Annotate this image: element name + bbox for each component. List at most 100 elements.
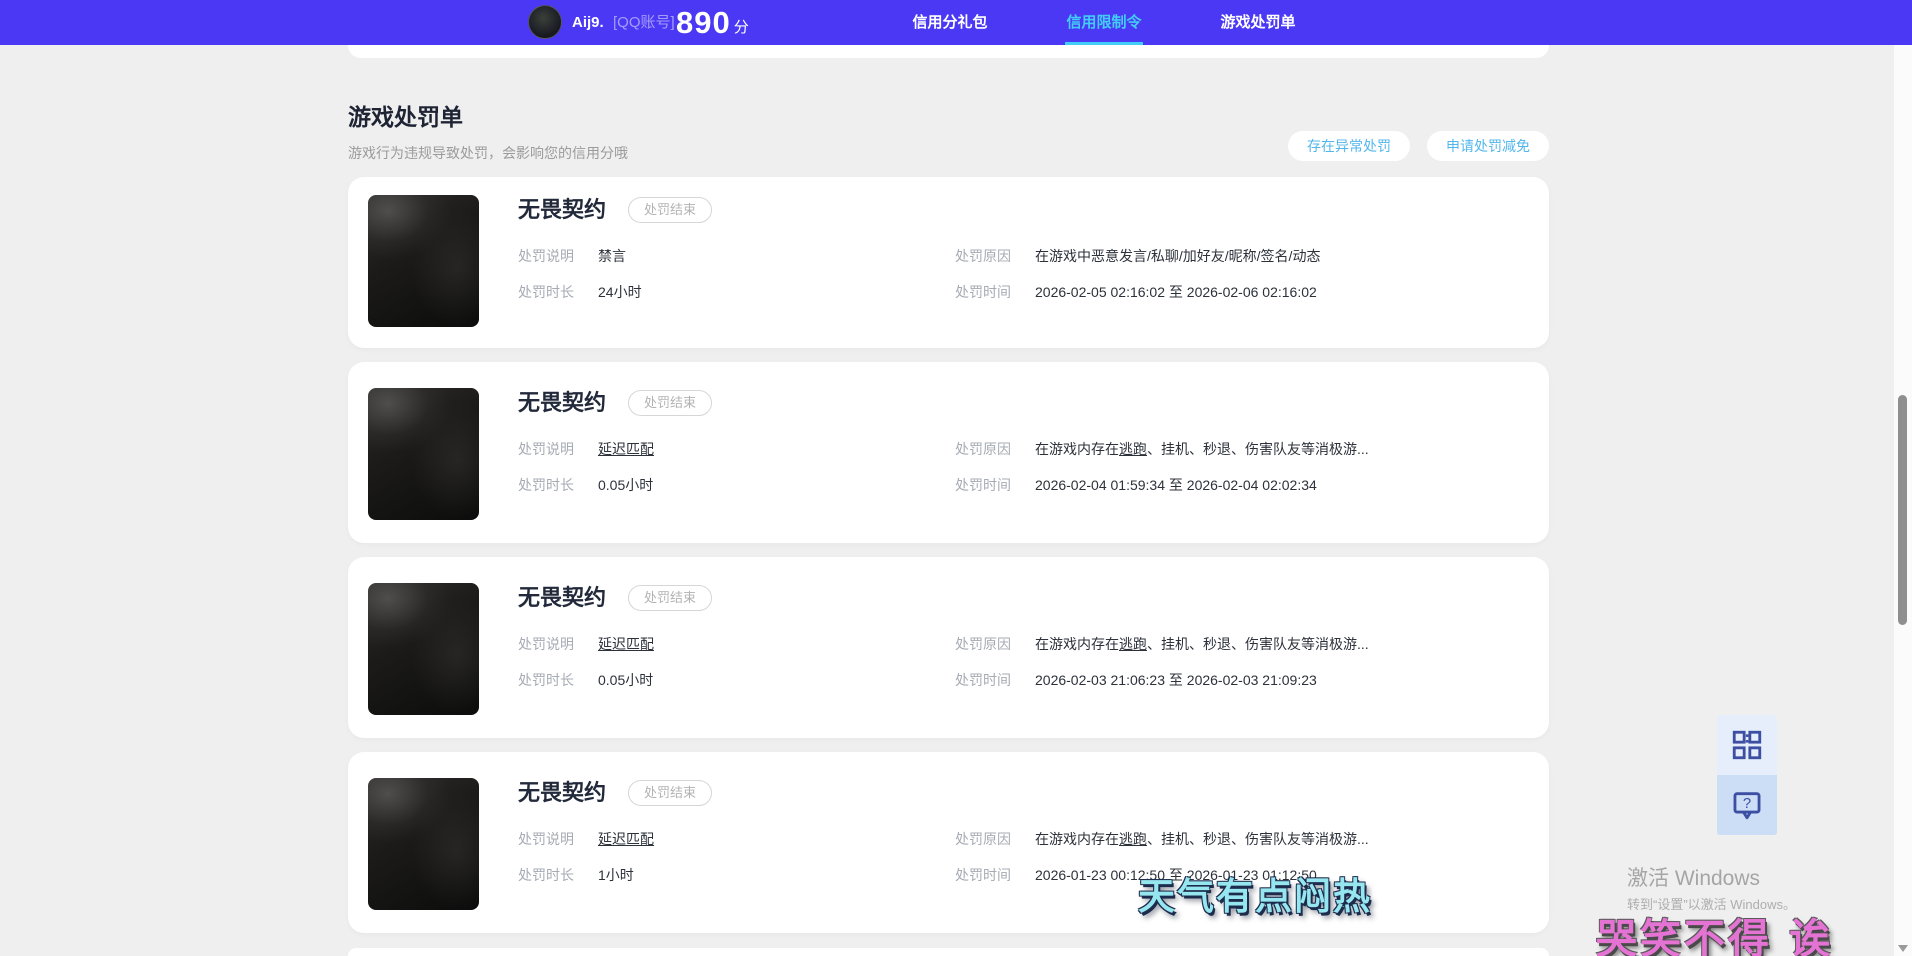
- activation-title: 激活 Windows: [1627, 867, 1761, 890]
- reason-link[interactable]: 逃跑: [1119, 831, 1147, 847]
- penalty-desc-label: 处罚说明: [518, 248, 574, 264]
- penalty-reason-row: 处罚原因 在游戏中恶意发言/私聊/加好友/昵称/签名/动态: [955, 247, 1525, 265]
- penalty-duration-label: 处罚时长: [518, 672, 574, 688]
- penalty-card: 无畏契约 处罚结束 处罚说明 延迟匹配 处罚原因 在游戏内存在逃跑、挂机、秒退、伤害…: [348, 362, 1549, 543]
- reason-text-tail: 、挂机、秒退、伤害队友等消极游...: [1147, 441, 1369, 457]
- penalty-time-row: 处罚时间 2026-02-05 02:16:02 至 2026-02-06 02:…: [955, 283, 1525, 301]
- game-thumbnail[interactable]: [368, 583, 479, 715]
- penalty-time-value: 2026-02-05 02:16:02 至 2026-02-06 02:16:0…: [1035, 284, 1317, 300]
- penalty-card-body: 无畏契约 处罚结束 处罚说明 延迟匹配 处罚原因 在游戏内存在逃跑、挂机、秒退、伤害…: [479, 778, 1525, 884]
- abnormal-penalty-button[interactable]: 存在异常处罚: [1288, 131, 1410, 161]
- penalty-desc-label: 处罚说明: [518, 636, 574, 652]
- penalty-desc-row: 处罚说明 延迟匹配: [518, 635, 955, 653]
- penalty-card-body: 无畏契约 处罚结束 处罚说明 延迟匹配 处罚原因 在游戏内存在逃跑、挂机、秒退、伤害…: [479, 388, 1525, 494]
- penalty-time-row: 处罚时间 2026-01-23 00:12:50 至 2026-01-23 01:…: [955, 866, 1525, 884]
- scrollbar-down-arrow-icon[interactable]: [1898, 945, 1908, 952]
- reason-text-tail: 、挂机、秒退、伤害队友等消极游...: [1147, 636, 1369, 652]
- penalty-desc-label: 处罚说明: [518, 831, 574, 847]
- penalty-status-badge: 处罚结束: [628, 390, 713, 416]
- penalty-duration-value: 24小时: [598, 284, 642, 300]
- penalty-relief-button[interactable]: 申请处罚减免: [1427, 131, 1549, 161]
- game-thumbnail[interactable]: [368, 388, 479, 520]
- reason-link[interactable]: 逃跑: [1119, 441, 1147, 457]
- tab-credit-gift[interactable]: 信用分礼包: [905, 0, 995, 45]
- penalty-reason-value: 在游戏中恶意发言/私聊/加好友/昵称/签名/动态: [1035, 248, 1320, 264]
- penalty-desc-value: 禁言: [598, 248, 626, 264]
- game-title: 无畏契约: [518, 585, 607, 610]
- penalty-time-label: 处罚时间: [955, 867, 1011, 883]
- game-title: 无畏契约: [518, 197, 607, 222]
- game-thumbnail[interactable]: [368, 778, 479, 910]
- svg-text:?: ?: [1743, 796, 1751, 812]
- qr-code-icon: [1732, 730, 1762, 760]
- penalty-card-list: 无畏契约 处罚结束 处罚说明 禁言 处罚原因 在游戏中恶意发言/私聊/加好友/昵称/…: [348, 177, 1549, 933]
- penalty-status-badge: 处罚结束: [628, 585, 713, 611]
- penalty-duration-row: 处罚时长 24小时: [518, 283, 955, 301]
- scrollbar-thumb[interactable]: [1898, 395, 1907, 625]
- credit-score: 890 分: [676, 0, 749, 45]
- penalty-card-body: 无畏契约 处罚结束 处罚说明 延迟匹配 处罚原因 在游戏内存在逃跑、挂机、秒退、伤害…: [479, 583, 1525, 689]
- game-title: 无畏契约: [518, 780, 607, 805]
- previous-card-bottom-edge: [348, 45, 1549, 58]
- penalty-reason-row: 处罚原因 在游戏内存在逃跑、挂机、秒退、伤害队友等消极游...: [955, 440, 1525, 458]
- penalty-duration-row: 处罚时长 1小时: [518, 866, 955, 884]
- penalty-reason-label: 处罚原因: [955, 248, 1011, 264]
- reason-text: 在游戏中恶意发言/私聊/加好友/昵称/签名/动态: [1035, 248, 1321, 264]
- tab-credit-restriction[interactable]: 信用限制令: [1059, 0, 1149, 45]
- penalty-status-badge: 处罚结束: [628, 780, 713, 806]
- page-title: 游戏处罚单: [348, 104, 463, 130]
- penalty-reason-row: 处罚原因 在游戏内存在逃跑、挂机、秒退、伤害队友等消极游...: [955, 830, 1525, 848]
- activation-subtitle: 转到“设置”以激活 Windows。: [1627, 897, 1797, 912]
- next-card-top-edge: [348, 948, 1549, 956]
- windows-activation-notice: 激活 Windows 转到“设置”以激活 Windows。: [1627, 866, 1796, 913]
- penalty-time-value: 2026-01-23 00:12:50 至 2026-01-23 01:12:5…: [1035, 867, 1317, 883]
- reason-link[interactable]: 逃跑: [1119, 636, 1147, 652]
- help-button[interactable]: ?: [1717, 775, 1777, 835]
- penalty-desc-row: 处罚说明 延迟匹配: [518, 440, 955, 458]
- penalty-status-badge: 处罚结束: [628, 197, 713, 223]
- reason-text-tail: 、挂机、秒退、伤害队友等消极游...: [1147, 831, 1369, 847]
- top-header: Aij9. [QQ账号] 890 分 信用分礼包 信用限制令 游戏处罚单: [0, 0, 1912, 45]
- tab-game-penalty[interactable]: 游戏处罚单: [1213, 0, 1303, 45]
- credit-score-value: 890: [676, 4, 731, 40]
- penalty-time-row: 处罚时间 2026-02-03 21:06:23 至 2026-02-03 21:…: [955, 671, 1525, 689]
- user-avatar[interactable]: [528, 5, 562, 39]
- penalty-duration-value: 0.05小时: [598, 477, 654, 493]
- penalty-time-label: 处罚时间: [955, 477, 1011, 493]
- penalty-card: 无畏契约 处罚结束 处罚说明 延迟匹配 处罚原因 在游戏内存在逃跑、挂机、秒退、伤害…: [348, 752, 1549, 933]
- penalty-reason-value: 在游戏内存在逃跑、挂机、秒退、伤害队友等消极游...: [1035, 831, 1369, 847]
- penalty-desc-value[interactable]: 延迟匹配: [598, 831, 654, 847]
- penalty-card: 无畏契约 处罚结束 处罚说明 延迟匹配 处罚原因 在游戏内存在逃跑、挂机、秒退、伤害…: [348, 557, 1549, 738]
- penalty-reason-label: 处罚原因: [955, 441, 1011, 457]
- game-thumbnail[interactable]: [368, 195, 479, 327]
- penalty-duration-label: 处罚时长: [518, 867, 574, 883]
- penalty-duration-row: 处罚时长 0.05小时: [518, 476, 955, 494]
- penalty-time-value: 2026-02-03 21:06:23 至 2026-02-03 21:09:2…: [1035, 672, 1317, 688]
- main-content: 游戏处罚单 游戏行为违规导致处罚，会影响您的信用分哦 存在异常处罚 申请处罚减免…: [348, 45, 1549, 956]
- penalty-reason-value: 在游戏内存在逃跑、挂机、秒退、伤害队友等消极游...: [1035, 636, 1369, 652]
- credit-score-unit: 分: [733, 19, 749, 36]
- penalty-desc-value[interactable]: 延迟匹配: [598, 441, 654, 457]
- game-title: 无畏契约: [518, 390, 607, 415]
- page-header: 游戏处罚单 游戏行为违规导致处罚，会影响您的信用分哦 存在异常处罚 申请处罚减免: [348, 103, 1549, 162]
- penalty-time-label: 处罚时间: [955, 672, 1011, 688]
- page-actions: 存在异常处罚 申请处罚减免: [1288, 131, 1549, 161]
- penalty-desc-label: 处罚说明: [518, 441, 574, 457]
- penalty-duration-value: 1小时: [598, 867, 634, 883]
- account-type-label: [QQ账号]: [613, 14, 675, 31]
- penalty-desc-value[interactable]: 延迟匹配: [598, 636, 654, 652]
- penalty-reason-row: 处罚原因 在游戏内存在逃跑、挂机、秒退、伤害队友等消极游...: [955, 635, 1525, 653]
- qr-code-button[interactable]: [1717, 715, 1777, 775]
- penalty-desc-row: 处罚说明 延迟匹配: [518, 830, 955, 848]
- reason-text: 在游戏内存在: [1035, 441, 1119, 457]
- penalty-duration-row: 处罚时长 0.05小时: [518, 671, 955, 689]
- floating-side-widget: ?: [1717, 715, 1777, 835]
- penalty-card-body: 无畏契约 处罚结束 处罚说明 禁言 处罚原因 在游戏中恶意发言/私聊/加好友/昵称/…: [479, 195, 1525, 301]
- penalty-card: 无畏契约 处罚结束 处罚说明 禁言 处罚原因 在游戏中恶意发言/私聊/加好友/昵称/…: [348, 177, 1549, 348]
- user-name: Aij9.: [572, 14, 604, 31]
- penalty-duration-label: 处罚时长: [518, 284, 574, 300]
- vertical-scrollbar[interactable]: [1894, 45, 1912, 956]
- reason-text: 在游戏内存在: [1035, 831, 1119, 847]
- question-bubble-icon: ?: [1733, 792, 1761, 820]
- penalty-reason-label: 处罚原因: [955, 636, 1011, 652]
